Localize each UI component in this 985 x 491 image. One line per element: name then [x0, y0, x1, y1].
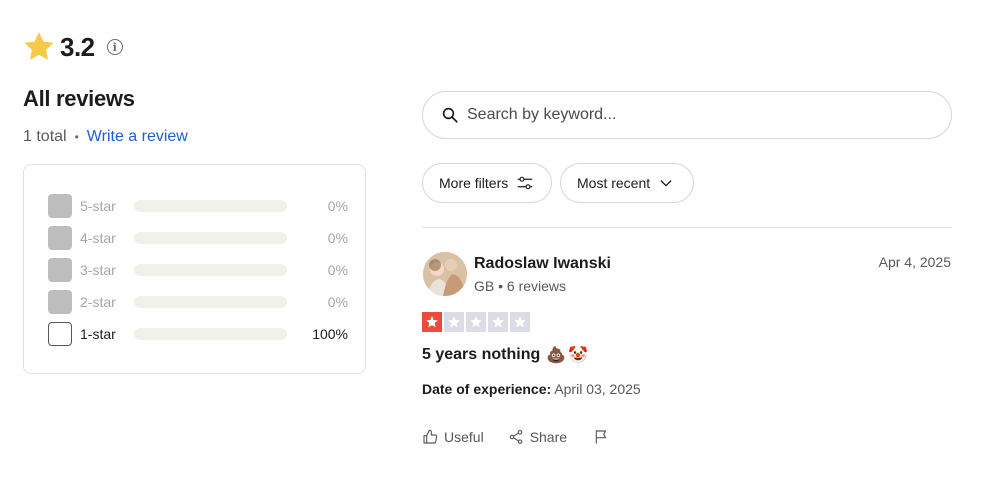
dist-checkbox[interactable] — [48, 226, 72, 250]
reviewer-meta: GB • 6 reviews — [474, 278, 567, 294]
star-icon — [488, 312, 508, 332]
separator-dot: • — [74, 130, 79, 144]
sliders-icon — [517, 176, 533, 190]
dist-checkbox[interactable] — [48, 194, 72, 218]
search-icon — [442, 107, 458, 123]
star-icon — [510, 312, 530, 332]
dist-bar — [134, 328, 287, 340]
star-icon — [422, 312, 442, 332]
dist-label: 1-star — [80, 326, 116, 342]
star-icon — [444, 312, 464, 332]
total-count: 1 total — [23, 128, 67, 145]
experience-date: April 03, 2025 — [554, 381, 641, 397]
useful-label: Useful — [444, 429, 484, 445]
all-reviews-heading: All reviews — [23, 86, 135, 111]
more-filters-button[interactable]: More filters — [422, 163, 552, 203]
rating-distribution: 5-star 0% 4-star 0% 3-star 0% 2-star 0% … — [23, 164, 366, 374]
thumbs-up-icon — [423, 429, 438, 444]
dist-row-1-star[interactable]: 1-star 100% — [48, 322, 348, 346]
search-input[interactable] — [467, 106, 937, 124]
total-line: 1 total • Write a review — [23, 128, 188, 146]
share-label: Share — [529, 429, 568, 445]
share-button[interactable]: Share — [508, 429, 567, 445]
poop-emoji: 💩 — [546, 347, 567, 364]
dist-label: 3-star — [80, 262, 116, 278]
avatar[interactable] — [423, 252, 467, 296]
dist-percent: 0% — [327, 198, 348, 214]
dist-percent: 0% — [327, 262, 348, 278]
dist-checkbox[interactable] — [48, 258, 72, 282]
reviewer-name[interactable]: Radoslaw Iwanski — [474, 255, 611, 273]
experience-label: Date of experience: — [422, 381, 552, 397]
review-date: Apr 4, 2025 — [878, 254, 951, 270]
review-actions: Useful Share — [422, 429, 615, 445]
dist-row-5-star[interactable]: 5-star 0% — [48, 194, 348, 218]
dist-bar — [134, 264, 287, 276]
dist-row-4-star[interactable]: 4-star 0% — [48, 226, 348, 250]
dist-checkbox[interactable] — [48, 290, 72, 314]
dist-bar — [134, 200, 287, 212]
dist-row-2-star[interactable]: 2-star 0% — [48, 290, 348, 314]
dist-checkbox[interactable] — [48, 322, 72, 346]
flag-icon — [595, 430, 607, 444]
useful-button[interactable]: Useful — [422, 429, 484, 445]
dist-label: 4-star — [80, 230, 116, 246]
info-icon[interactable]: i — [106, 39, 123, 55]
chevron-down-icon — [660, 180, 672, 187]
rating-header: 3.2 i — [22, 30, 123, 64]
star-icon — [466, 312, 486, 332]
date-of-experience: Date of experience: April 03, 2025 — [422, 381, 641, 397]
sort-dropdown[interactable]: Most recent — [560, 163, 694, 203]
dist-label: 2-star — [80, 294, 116, 310]
avatar-photo-icon — [423, 252, 467, 296]
clown-emoji: 🤡 — [568, 347, 589, 364]
review-title[interactable]: 5 years nothing 💩 🤡 — [422, 345, 588, 365]
dist-label: 5-star — [80, 198, 116, 214]
flag-button[interactable] — [593, 429, 615, 445]
divider — [422, 227, 952, 228]
share-icon — [509, 430, 522, 444]
write-review-link[interactable]: Write a review — [87, 128, 188, 146]
dist-row-3-star[interactable]: 3-star 0% — [48, 258, 348, 282]
dist-bar — [134, 232, 287, 244]
review-emojis: 💩 🤡 — [546, 345, 588, 365]
dist-bar — [134, 296, 287, 308]
review-stars — [422, 312, 530, 332]
review-title-text: 5 years nothing — [422, 346, 541, 363]
search-box[interactable] — [422, 91, 952, 139]
rating-value: 3.2 — [60, 31, 95, 62]
sort-label: Most recent — [577, 175, 651, 191]
dist-percent: 100% — [312, 326, 348, 342]
more-filters-label: More filters — [439, 175, 509, 191]
star-icon — [24, 32, 54, 60]
dist-percent: 0% — [327, 230, 348, 246]
dist-percent: 0% — [327, 294, 348, 310]
